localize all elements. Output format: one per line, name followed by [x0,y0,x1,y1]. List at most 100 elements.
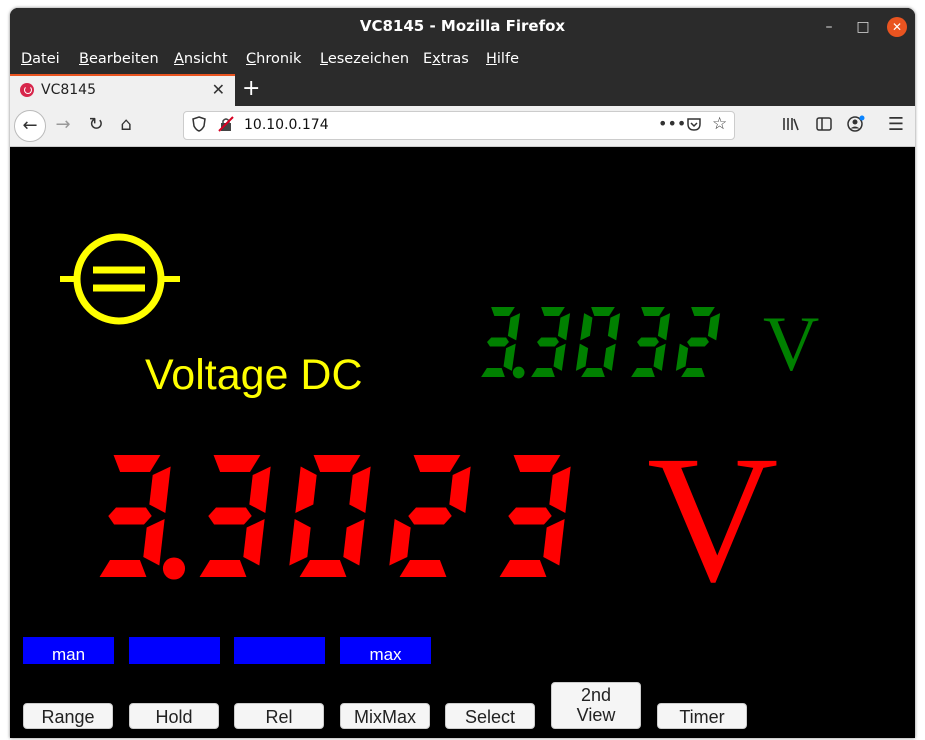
bookmark-star-icon[interactable]: ☆ [712,114,727,134]
indicator-rel [234,637,325,664]
segment-2-e [575,343,589,371]
browser-window: VC8145 - Mozilla Firefox – □ ✕ Datei Bea… [10,8,915,738]
segment-0-b [507,313,521,341]
second-view-line-1: 2nd [580,685,612,705]
menu-chronik[interactable]: Chronik [246,51,301,67]
segment-3-a [641,307,665,316]
window-title: VC8145 - Mozilla Firefox [359,17,566,35]
segment-2-a [313,455,361,472]
minimize-icon[interactable]: – [819,17,839,37]
segment-2-f [580,313,593,341]
insecure-lock-icon[interactable] [218,116,234,136]
segment-1-d [199,560,247,577]
segment-1-g [537,337,559,347]
menu-extras[interactable]: Extras [423,51,469,67]
page-content: Voltage DC V V man max Range Hold Rel Mi… [10,147,915,738]
decimal-point [512,366,525,379]
url-text: 10.10.0.174 [244,117,329,133]
tab-vc8145[interactable]: VC8145 ✕ [10,74,235,106]
rel-button[interactable]: Rel [234,703,324,729]
indicator-range-mode: man [23,637,114,664]
url-bar[interactable]: 10.10.0.174 ••• ☆ [183,111,735,140]
menu-lesezeichen[interactable]: Lesezeichen [320,51,409,67]
shield-icon[interactable] [192,116,206,136]
segment-4-e [675,343,689,371]
segment-1-a [213,455,261,472]
tab-label: VC8145 [41,82,96,98]
close-icon[interactable]: ✕ [887,17,907,37]
segment-2-c [343,519,365,566]
segment-4-b [707,313,721,341]
menu-datei[interactable]: Datei [21,51,60,67]
segment-0-a [113,455,161,472]
forward-arrow-icon[interactable]: → [51,114,75,135]
library-icon[interactable] [779,116,803,136]
maximize-icon[interactable]: □ [853,17,873,37]
segment-1-b [557,313,571,341]
menu-ansicht[interactable]: Ansicht [174,51,228,67]
segment-3-b [657,313,671,341]
primary-reading-display [99,455,571,580]
segment-0-d [99,560,147,577]
segment-0-c [143,519,165,566]
hold-button[interactable]: Hold [129,703,219,729]
segment-4-b [549,466,571,513]
home-icon[interactable]: ⌂ [114,114,138,135]
segment-0-c [503,343,516,371]
segment-3-a [413,455,461,472]
sidebar-icon[interactable] [812,116,836,137]
segment-1-g [208,507,252,525]
segment-1-d [531,368,555,377]
minmax-button[interactable]: MixMax [340,703,430,729]
segment-1-a [541,307,565,316]
menu-bearbeiten[interactable]: Bearbeiten [79,51,159,67]
segment-4-a [513,455,561,472]
segment-1-c [243,519,265,566]
new-tab-icon[interactable]: + [242,76,260,101]
reload-icon[interactable]: ↻ [84,114,108,135]
segment-2-f [295,466,317,513]
range-button[interactable]: Range [23,703,113,729]
segment-3-g [408,507,452,525]
decimal-point [162,557,186,580]
tab-bar: VC8145 ✕ + [10,74,915,106]
primary-unit: V [647,419,779,620]
segment-2-c [603,343,616,371]
segment-2-d [581,368,605,377]
segment-4-d [499,560,547,577]
indicator-minmax: max [340,637,431,664]
menu-hilfe[interactable]: Hilfe [486,51,519,67]
segment-0-g [108,507,152,525]
segment-4-d [681,368,705,377]
segment-3-g [637,337,659,347]
secondary-unit: V [763,300,820,387]
second-view-line-2: View [576,705,616,725]
pocket-icon[interactable] [686,116,702,136]
segment-1-b [249,466,271,513]
segment-3-c [653,343,666,371]
segment-2-d [299,560,347,577]
second-view-button[interactable]: 2nd View [551,682,641,729]
dc-symbol-icon [60,233,180,325]
timer-button[interactable]: Timer [657,703,747,729]
segment-1-c [553,343,566,371]
segment-3-b [449,466,471,513]
segment-2-a [591,307,615,316]
more-icon[interactable]: ••• [658,114,686,133]
segment-4-a [691,307,715,316]
tab-close-icon[interactable]: ✕ [212,80,225,99]
segment-0-b [149,466,171,513]
account-icon[interactable] [844,115,868,138]
segment-3-d [399,560,447,577]
segment-3-e [389,519,411,566]
segment-0-a [491,307,515,316]
back-arrow-icon[interactable]: ← [14,110,46,142]
navigation-bar: ← → ↻ ⌂ 10.10.0.174 ••• ☆ ☰ [10,106,915,147]
hamburger-menu-icon[interactable]: ☰ [884,114,908,135]
secondary-reading-display [481,307,721,379]
segment-4-g [687,337,709,347]
mode-label: Voltage DC [145,351,363,399]
segment-4-g [508,507,552,525]
select-button[interactable]: Select [445,703,535,729]
segment-2-b [607,313,621,341]
